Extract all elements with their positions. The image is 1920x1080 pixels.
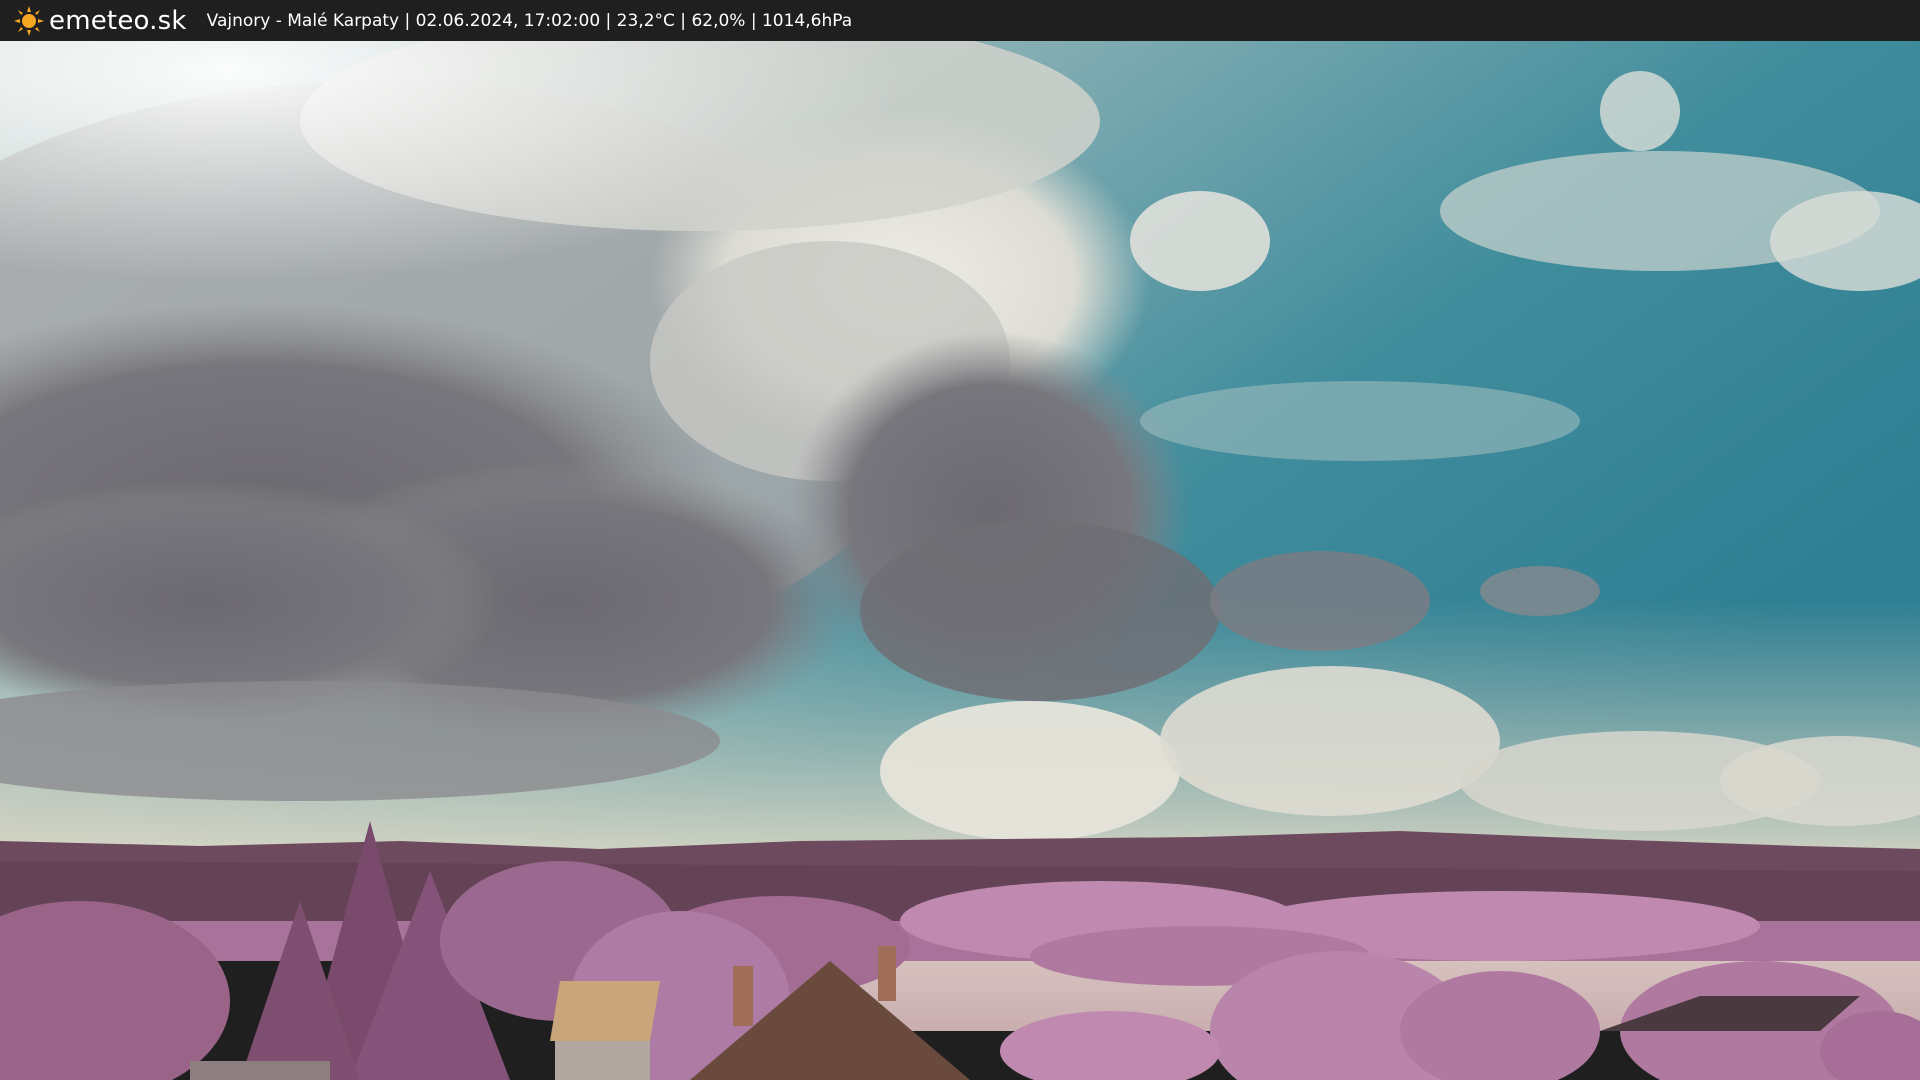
top-bar: emeteo.sk Vajnory - Malé Karpaty | 02.06… (0, 0, 1920, 41)
webcam-image (0, 41, 1920, 1080)
webcam-frame: emeteo.sk Vajnory - Malé Karpaty | 02.06… (0, 0, 1920, 1080)
sun-icon (13, 5, 45, 37)
brand-logo-text: emeteo.sk (49, 5, 187, 36)
weather-caption: Vajnory - Malé Karpaty | 02.06.2024, 17:… (206, 10, 853, 31)
